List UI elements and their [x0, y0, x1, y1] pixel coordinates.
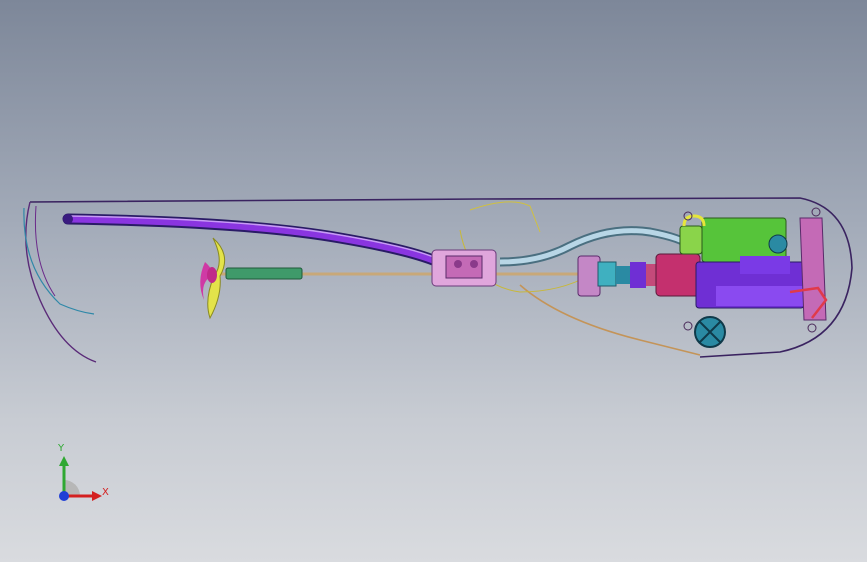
y-axis-label: Y: [58, 443, 65, 454]
propeller[interactable]: [200, 237, 226, 320]
coupler[interactable]: [431, 249, 497, 287]
x-axis-label: X: [102, 487, 109, 498]
servo-mount[interactable]: [577, 255, 656, 297]
z-axis-dot-icon: [59, 491, 69, 501]
shaft-sleeve[interactable]: [225, 267, 303, 280]
model-graphics[interactable]: [0, 0, 867, 562]
cad-viewport[interactable]: Y X: [0, 0, 867, 562]
exhaust-pipe[interactable]: [62, 213, 444, 268]
flywheel[interactable]: [694, 316, 726, 348]
